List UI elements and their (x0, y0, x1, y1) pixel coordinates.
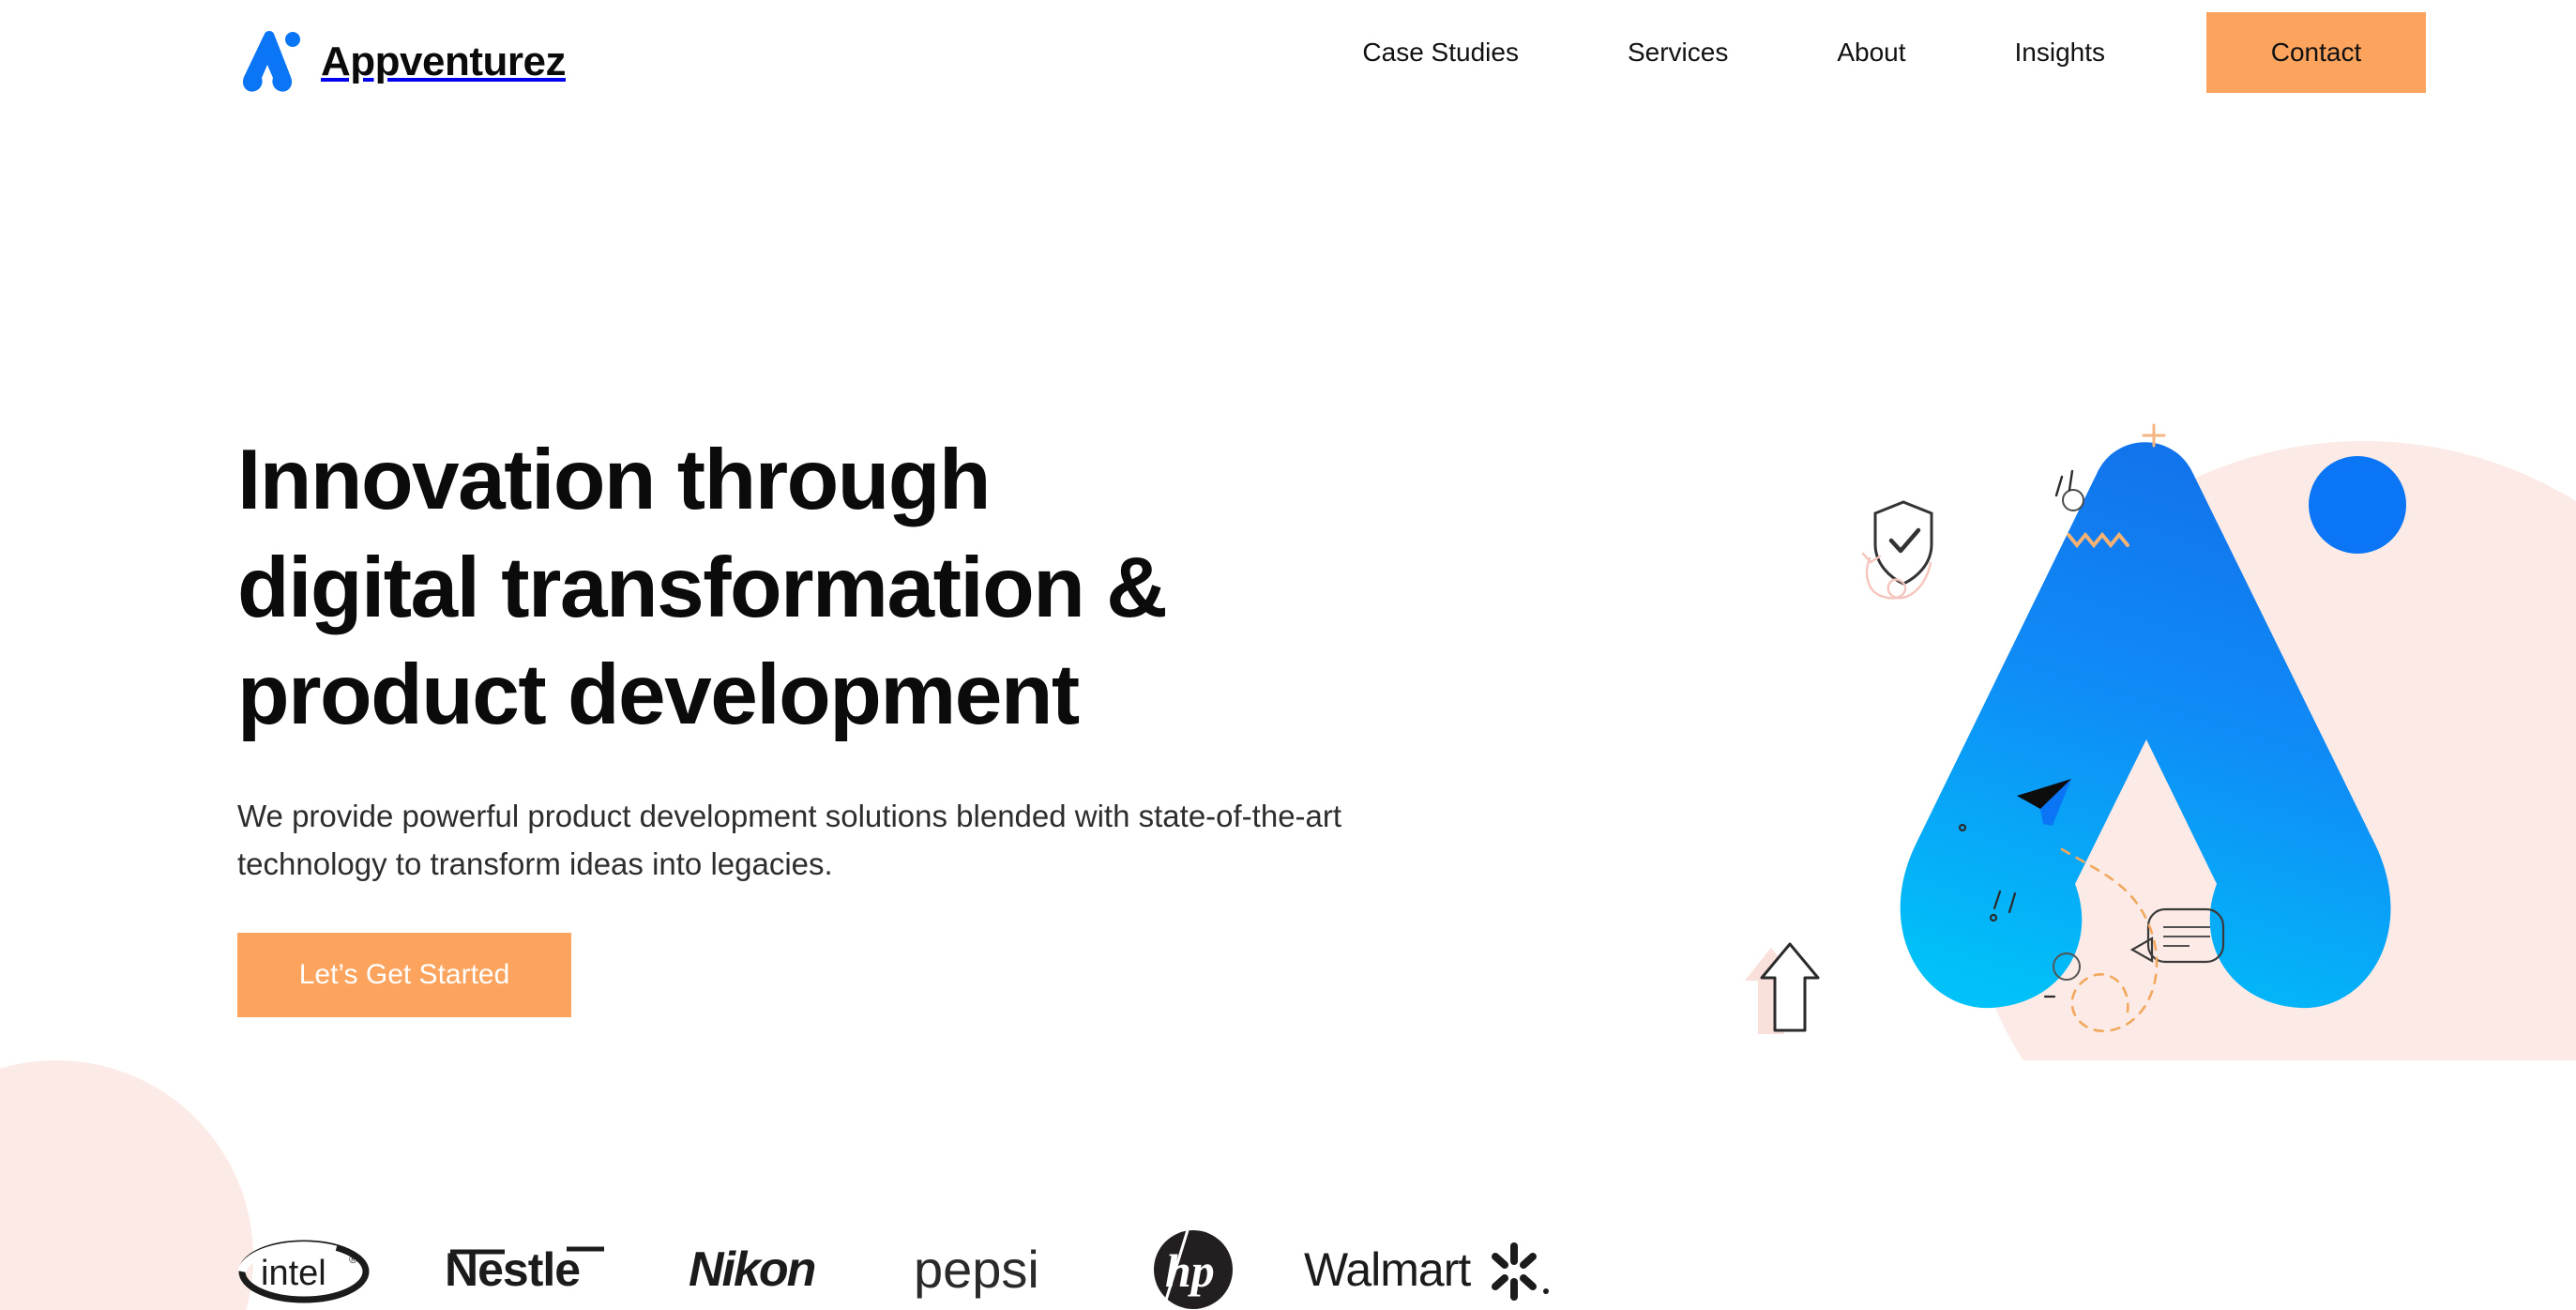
client-logo-hp: hp (1150, 1229, 1236, 1310)
svg-text:hp: hp (1165, 1244, 1215, 1297)
brand-logo-link[interactable]: Appventurez (233, 24, 566, 99)
svg-text:Walmart: Walmart (1304, 1243, 1471, 1296)
client-logo-nikon: Nikon (689, 1229, 846, 1310)
nestle-logo: Nestle (443, 1237, 621, 1302)
client-logo-nestle: Nestle (443, 1229, 621, 1310)
contact-button[interactable]: Contact (2206, 12, 2426, 93)
headline-line-2: digital transformation & (237, 540, 1168, 635)
appventurez-a-mark-icon (233, 24, 308, 99)
up-arrow-icon (1745, 942, 1820, 1034)
nav-services[interactable]: Services (1628, 38, 1728, 68)
hp-logo: hp (1150, 1226, 1236, 1310)
subtext-line-2: technology to transform ideas into legac… (237, 846, 833, 882)
intel-logo: intel ® (233, 1232, 375, 1307)
shield-check-icon (1873, 500, 1933, 586)
main-navigation: Case Studies Services About Insights Con… (1308, 0, 2576, 105)
client-logo-walmart: Walmart (1304, 1229, 1555, 1310)
brand-name: Appventurez (321, 38, 566, 84)
sparkle-ticks-icon (2054, 469, 2074, 497)
site-header: Appventurez Case Studies Services About … (0, 0, 2576, 105)
circle-outline-icon-top (2062, 489, 2084, 511)
hero-illustration (1707, 404, 2576, 1060)
client-logo-intel: intel ® (233, 1229, 375, 1310)
nav-case-studies[interactable]: Case Studies (1362, 38, 1519, 68)
page-title: Innovation through digital transformatio… (237, 427, 1457, 750)
pink-blob-bottom-left (0, 1060, 253, 1310)
svg-text:pepsi: pepsi (914, 1240, 1039, 1299)
headline-line-3: product development (237, 647, 1080, 743)
landing-page: Appventurez Case Studies Services About … (0, 0, 2576, 1310)
get-started-button[interactable]: Let’s Get Started (237, 933, 571, 1018)
hero-subtext: We provide powerful product development … (237, 792, 1626, 888)
nikon-logo: Nikon (689, 1237, 846, 1302)
walmart-logo: Walmart (1304, 1233, 1555, 1306)
client-logo-strip: intel ® Nestle Nikon pepsi hp Walmart (233, 1207, 1555, 1310)
svg-text:intel: intel (261, 1254, 326, 1293)
nav-insights[interactable]: Insights (2015, 38, 2106, 68)
hero-copy: Innovation through digital transformatio… (237, 427, 1457, 1018)
client-logo-pepsi: pepsi (914, 1229, 1083, 1310)
nav-about[interactable]: About (1837, 38, 1905, 68)
subtext-line-1: We provide powerful product development … (237, 798, 1342, 833)
pepsi-logo: pepsi (914, 1237, 1083, 1302)
headline-line-1: Innovation through (237, 433, 991, 527)
curved-arrow-icon (1861, 552, 1932, 600)
blue-dot-icon (2309, 456, 2406, 554)
svg-text:®: ® (349, 1253, 357, 1266)
svg-text:Nikon: Nikon (689, 1242, 815, 1297)
walmart-spark-icon (1492, 1242, 1537, 1301)
